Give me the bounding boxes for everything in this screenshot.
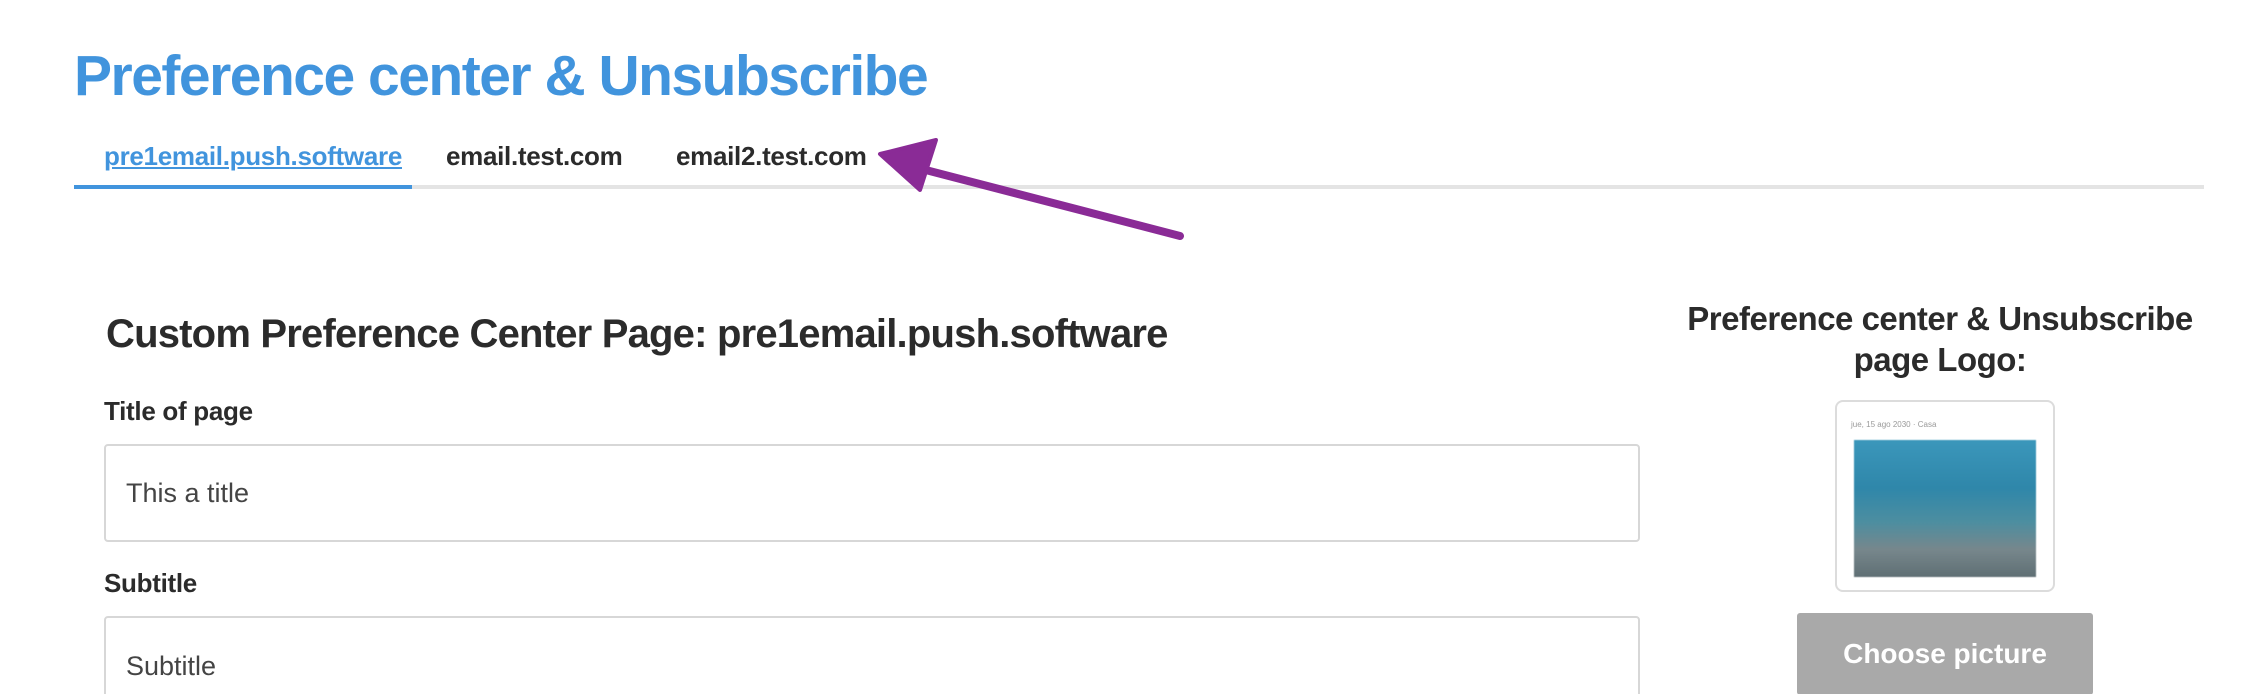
logo-heading-line2: page Logo: <box>1853 341 2027 378</box>
logo-image <box>1854 440 2036 577</box>
title-of-page-input[interactable] <box>104 444 1640 542</box>
tab-pre1email-push-software[interactable]: pre1email.push.software <box>104 130 402 182</box>
title-of-page-label: Title of page <box>104 396 253 426</box>
active-tab-indicator <box>74 185 412 189</box>
logo-panel-heading: Preference center & Unsubscribe page Log… <box>1680 298 2200 380</box>
tab-email-test-com[interactable]: email.test.com <box>446 130 623 182</box>
tab-email2-test-com[interactable]: email2.test.com <box>676 130 867 182</box>
page-title: Preference center & Unsubscribe <box>74 44 929 108</box>
logo-preview-caption: jue, 15 ago 2030 · Casa <box>1851 420 1937 429</box>
section-title: Custom Preference Center Page: pre1email… <box>106 312 1168 356</box>
domain-tabs: pre1email.push.software email.test.com e… <box>74 120 2204 190</box>
subtitle-input[interactable] <box>104 616 1640 694</box>
logo-heading-line1: Preference center & Unsubscribe <box>1687 300 2193 337</box>
logo-preview: jue, 15 ago 2030 · Casa <box>1835 400 2055 592</box>
choose-picture-button[interactable]: Choose picture <box>1797 613 2093 694</box>
subtitle-label: Subtitle <box>104 568 197 598</box>
